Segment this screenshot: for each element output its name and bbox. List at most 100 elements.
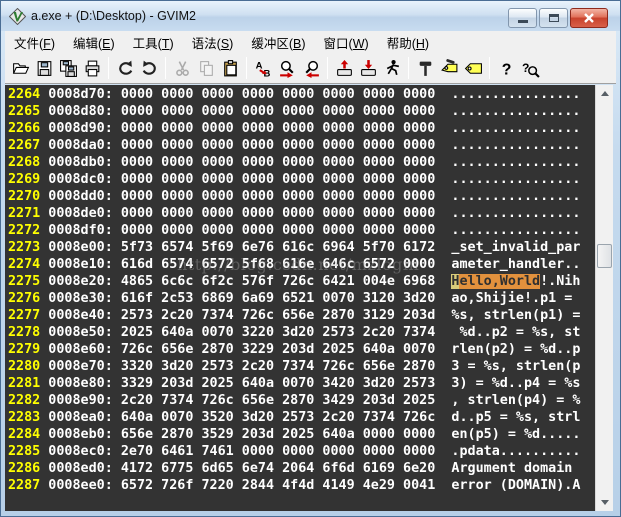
line-number: 2272 xyxy=(8,223,40,238)
line-number: 2276 xyxy=(8,291,40,306)
toolbar-separator xyxy=(489,57,490,79)
toolbar-build-tags-button[interactable] xyxy=(437,56,461,80)
line-number: 2266 xyxy=(8,121,40,136)
svg-text:A: A xyxy=(255,60,262,71)
menu-help[interactable]: 帮助(H) xyxy=(378,31,438,54)
hex-line: 2285 0008ec0: 2e70 6461 7461 0000 0000 0… xyxy=(8,443,595,460)
hex-line: 2284 0008eb0: 656e 2870 3529 203d 2025 6… xyxy=(8,426,595,443)
line-number: 2280 xyxy=(8,359,40,374)
line-number: 2279 xyxy=(8,342,40,357)
toolbar-save-session-button[interactable] xyxy=(356,56,380,80)
hex-line: 2283 0008ea0: 640a 0070 3520 3d20 2573 2… xyxy=(8,409,595,426)
toolbar-copy-button[interactable] xyxy=(194,56,218,80)
hex-line: 2286 0008ed0: 4172 6775 6d65 6e74 2064 6… xyxy=(8,460,595,477)
menu-tools[interactable]: 工具(T) xyxy=(124,31,183,54)
toolbar-open-button[interactable] xyxy=(8,56,32,80)
hex-line: 2272 0008df0: 0000 0000 0000 0000 0000 0… xyxy=(8,222,595,239)
vertical-scrollbar[interactable] xyxy=(595,85,613,511)
cut-icon xyxy=(173,59,192,78)
hex-line: 2277 0008e40: 2573 2c20 7374 726c 656e 2… xyxy=(8,307,595,324)
hex-line: 2266 0008d90: 0000 0000 0000 0000 0000 0… xyxy=(8,120,595,137)
toolbar-save-button[interactable] xyxy=(32,56,56,80)
line-number: 2271 xyxy=(8,206,40,221)
status-line: search hit BOTTOM, continuing at TOP 227… xyxy=(5,494,595,511)
help-icon: ? xyxy=(497,59,516,78)
menu-file[interactable]: 文件(F) xyxy=(5,31,64,54)
toolbar-separator xyxy=(165,57,166,79)
toolbar-find-replace-button[interactable]: AB xyxy=(251,56,275,80)
hex-line: 2281 0008e80: 3329 203d 2025 640a 0070 3… xyxy=(8,375,595,392)
line-number: 2277 xyxy=(8,308,40,323)
print-icon xyxy=(83,59,102,78)
toolbar-cut-button[interactable] xyxy=(170,56,194,80)
hex-line: 2270 0008dd0: 0000 0000 0000 0000 0000 0… xyxy=(8,188,595,205)
line-number: 2286 xyxy=(8,461,40,476)
toolbar-load-session-button[interactable] xyxy=(332,56,356,80)
window-title: a.exe + (D:\Desktop) - GVIM2 xyxy=(31,9,196,23)
hex-line: 2264 0008d70: 0000 0000 0000 0000 0000 0… xyxy=(8,86,595,103)
hex-line: 2280 0008e70: 3320 3d20 2573 2c20 7374 7… xyxy=(8,358,595,375)
menu-window[interactable]: 窗口(W) xyxy=(315,31,378,54)
toolbar-help-button[interactable]: ? xyxy=(494,56,518,80)
arrow-down-icon xyxy=(601,500,609,505)
save-icon xyxy=(35,59,54,78)
menu-syntax[interactable]: 语法(S) xyxy=(183,31,243,54)
hex-line: 2267 0008da0: 0000 0000 0000 0000 0000 0… xyxy=(8,137,595,154)
line-number: 2287 xyxy=(8,478,40,493)
find-help-icon: ? xyxy=(521,59,540,78)
toolbar-save-all-button[interactable] xyxy=(56,56,80,80)
hex-line: 2282 0008e90: 2c20 7374 726c 656e 2870 3… xyxy=(8,392,595,409)
toolbar-find-help-button[interactable]: ? xyxy=(518,56,542,80)
line-number: 2281 xyxy=(8,376,40,391)
hex-line: 2276 0008e30: 616f 2c53 6869 6a69 6521 0… xyxy=(8,290,595,307)
toolbar-undo-button[interactable] xyxy=(113,56,137,80)
find-next-icon xyxy=(278,59,297,78)
arrow-up-icon xyxy=(601,91,609,96)
menu-buffers[interactable]: 缓冲区(B) xyxy=(242,31,314,54)
copy-icon xyxy=(197,59,216,78)
line-number: 2265 xyxy=(8,104,40,119)
line-number: 2273 xyxy=(8,240,40,255)
toolbar-find-next-button[interactable] xyxy=(275,56,299,80)
hex-dump: 2264 0008d70: 0000 0000 0000 0000 0000 0… xyxy=(8,86,595,494)
hex-line: 2268 0008db0: 0000 0000 0000 0000 0000 0… xyxy=(8,154,595,171)
maximize-button[interactable] xyxy=(539,8,568,28)
scroll-up-button[interactable] xyxy=(596,85,614,102)
line-number: 2267 xyxy=(8,138,40,153)
hex-line: 2269 0008dc0: 0000 0000 0000 0000 0000 0… xyxy=(8,171,595,188)
hex-line: 2275 0008e20: 4865 6c6c 6f2c 576f 726c 6… xyxy=(8,273,595,290)
toolbar-make-button[interactable] xyxy=(413,56,437,80)
line-number: 2284 xyxy=(8,427,40,442)
svg-text:?: ? xyxy=(501,61,511,78)
toolbar-redo-button[interactable] xyxy=(137,56,161,80)
find-replace-icon: AB xyxy=(254,59,273,78)
minimize-button[interactable] xyxy=(508,8,537,28)
search-highlight: ello,World xyxy=(459,274,540,289)
scrollbar-thumb[interactable] xyxy=(597,244,612,268)
scroll-down-button[interactable] xyxy=(596,494,614,511)
line-number: 2264 xyxy=(8,87,40,102)
vim-app-icon[interactable] xyxy=(9,8,26,25)
close-button[interactable] xyxy=(570,8,608,28)
toolbar-print-button[interactable] xyxy=(80,56,104,80)
line-number: 2268 xyxy=(8,155,40,170)
hex-line: 2271 0008de0: 0000 0000 0000 0000 0000 0… xyxy=(8,205,595,222)
title-bar[interactable]: a.exe + (D:\Desktop) - GVIM2 xyxy=(1,1,620,31)
toolbar-find-prev-button[interactable] xyxy=(299,56,323,80)
toolbar-separator xyxy=(246,57,247,79)
redo-icon xyxy=(140,59,159,78)
toolbar-jump-tag-button[interactable] xyxy=(461,56,485,80)
toolbar-paste-button[interactable] xyxy=(218,56,242,80)
line-number: 2282 xyxy=(8,393,40,408)
maximize-icon xyxy=(549,14,559,22)
hex-line: 2273 0008e00: 5f73 6574 5f69 6e76 616c 6… xyxy=(8,239,595,256)
line-number: 2269 xyxy=(8,172,40,187)
undo-icon xyxy=(116,59,135,78)
toolbar-run-script-button[interactable] xyxy=(380,56,404,80)
text-area[interactable]: 2264 0008d70: 0000 0000 0000 0000 0000 0… xyxy=(5,85,595,511)
menu-edit[interactable]: 编辑(E) xyxy=(64,31,124,54)
minimize-icon xyxy=(518,20,528,23)
toolbar-separator xyxy=(327,57,328,79)
build-tags-icon xyxy=(440,59,459,78)
toolbar: AB?? xyxy=(5,53,616,84)
